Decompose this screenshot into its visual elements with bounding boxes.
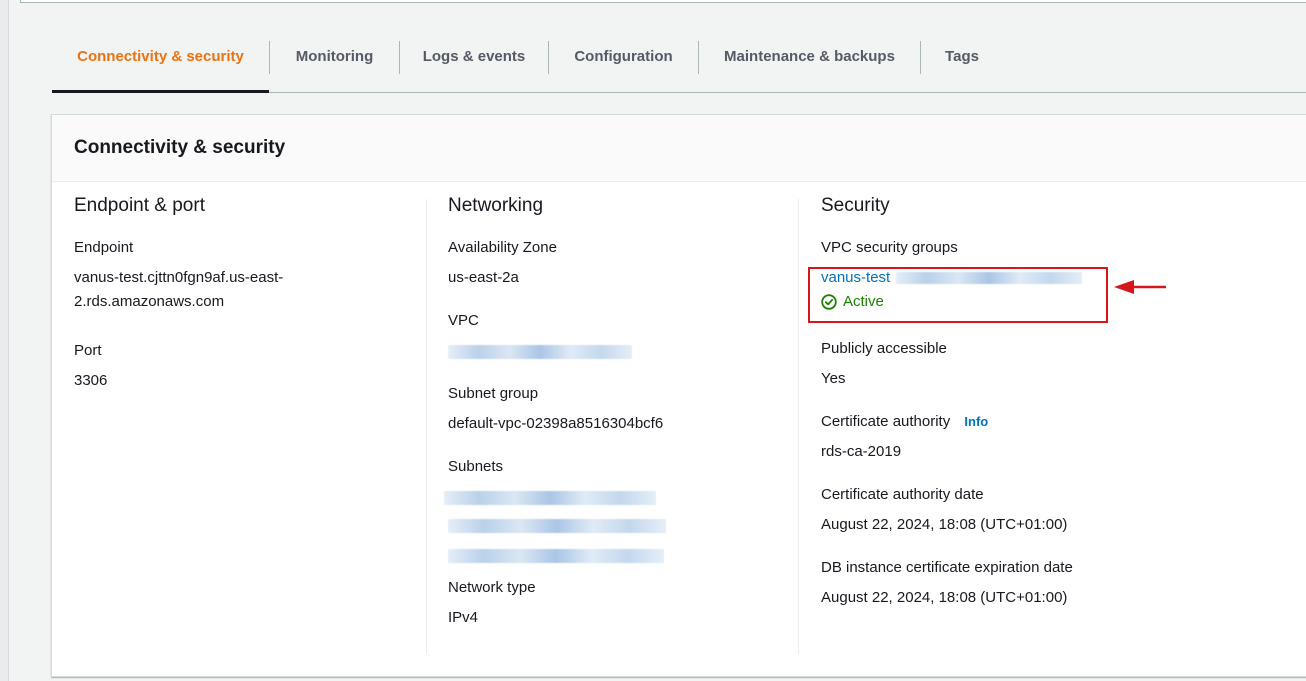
networking-heading: Networking — [448, 195, 544, 216]
certificate-authority-date-label: Certificate authority date — [821, 486, 984, 503]
info-link[interactable]: Info — [964, 414, 988, 429]
publicly-accessible-label: Publicly accessible — [821, 340, 947, 357]
tab-configuration[interactable]: Configuration — [549, 22, 698, 92]
tab-maintenance-backups[interactable]: Maintenance & backups — [699, 22, 920, 92]
availability-zone-label: Availability Zone — [448, 239, 557, 256]
endpoint-port-column: Endpoint & port Endpoint vanus-test.cjtt… — [74, 195, 404, 413]
tab-logs-events[interactable]: Logs & events — [400, 22, 548, 92]
endpoint-value: vanus-test.cjttn0fgn9af.us-east- 2.rds.a… — [74, 266, 404, 314]
column-divider — [798, 199, 799, 654]
subnet-group-value: default-vpc-02398a8516304bcf6 — [448, 415, 664, 432]
tab-monitoring[interactable]: Monitoring — [270, 22, 399, 92]
db-cert-expiration-label: DB instance certificate expiration date — [821, 559, 1073, 576]
certificate-authority-date-value: August 22, 2024, 18:08 (UTC+01:00) — [821, 516, 1068, 533]
column-divider — [426, 199, 427, 654]
left-rail — [0, 0, 9, 681]
panel-title: Connectivity & security — [74, 137, 286, 158]
subnet-redacted — [448, 519, 666, 533]
panel-header: Connectivity & security — [52, 115, 1306, 182]
db-cert-expiration-value: August 22, 2024, 18:08 (UTC+01:00) — [821, 589, 1068, 606]
endpoint-port-heading: Endpoint & port — [74, 195, 205, 216]
security-column: Security VPC security groups vanus-test … — [821, 195, 1261, 630]
highlight-box — [808, 267, 1108, 323]
vpc-label: VPC — [448, 312, 479, 329]
certificate-authority-value: rds-ca-2019 — [821, 443, 902, 460]
tab-bar: Connectivity & security Monitoring Logs … — [52, 22, 1306, 93]
certificate-authority-label-row: Certificate authority Info — [821, 413, 1261, 430]
subnet-redacted — [448, 549, 664, 563]
endpoint-value-line2: 2.rds.amazonaws.com — [74, 293, 225, 310]
subnet-redacted — [444, 491, 656, 505]
availability-zone-value: us-east-2a — [448, 269, 519, 286]
connectivity-security-panel: Connectivity & security Endpoint & port … — [51, 114, 1306, 677]
certificate-authority-label: Certificate authority — [821, 413, 951, 430]
port-value: 3306 — [74, 372, 108, 389]
subnets-value — [444, 485, 788, 565]
network-type-label: Network type — [448, 579, 536, 596]
tab-tags[interactable]: Tags — [921, 22, 1003, 92]
endpoint-label: Endpoint — [74, 239, 134, 256]
security-heading: Security — [821, 195, 890, 216]
port-label: Port — [74, 342, 102, 359]
network-type-value: IPv4 — [448, 609, 479, 626]
subnets-label: Subnets — [448, 458, 504, 475]
vpc-value[interactable] — [448, 339, 788, 363]
vpc-redacted — [448, 345, 632, 359]
vpc-security-groups-label: VPC security groups — [821, 239, 958, 256]
top-card-edge — [20, 0, 1306, 3]
networking-column: Networking Availability Zone us-east-2a … — [444, 195, 788, 650]
arrow-left-icon — [1114, 280, 1166, 294]
subnet-group-label: Subnet group — [448, 385, 539, 402]
publicly-accessible-value: Yes — [821, 370, 846, 387]
endpoint-value-line1: vanus-test.cjttn0fgn9af.us-east- — [74, 269, 284, 286]
tab-connectivity-security[interactable]: Connectivity & security — [52, 22, 269, 93]
